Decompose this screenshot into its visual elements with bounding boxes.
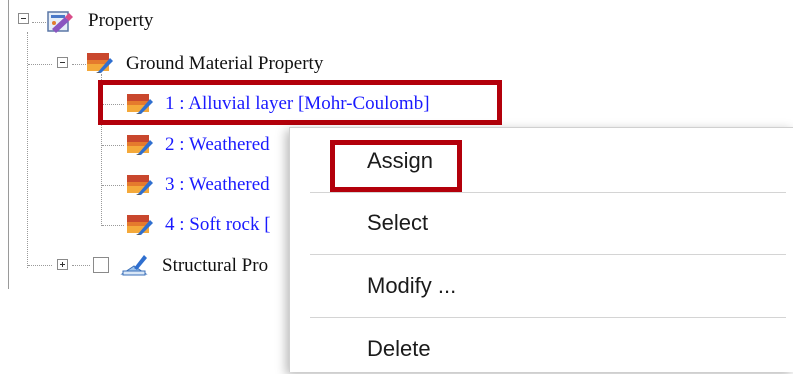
tree-connector xyxy=(102,145,124,146)
collapse-toggle[interactable] xyxy=(57,57,68,68)
menu-item-modify[interactable]: Modify ... xyxy=(290,261,793,311)
tree-border xyxy=(8,0,9,289)
menu-item-label: Delete xyxy=(367,336,431,361)
tree-node-material[interactable]: 3 : Weathered xyxy=(165,173,270,197)
tree-node-structural-property[interactable]: Structural Pro xyxy=(162,254,268,278)
menu-separator xyxy=(310,317,786,318)
menu-item-select[interactable]: Select xyxy=(290,198,793,248)
tree-connector xyxy=(72,265,90,266)
menu-item-label: Select xyxy=(367,210,429,235)
material-icon xyxy=(126,133,154,155)
tree-connector xyxy=(28,64,52,65)
tree-node-material[interactable]: 4 : Soft rock [ xyxy=(165,213,271,237)
structural-icon xyxy=(120,252,148,276)
material-icon xyxy=(126,173,154,195)
tree-connector xyxy=(102,225,124,226)
expand-toggle[interactable] xyxy=(57,259,68,270)
tree-connector xyxy=(28,265,52,266)
tree-connector xyxy=(27,32,28,268)
property-icon xyxy=(46,9,74,33)
menu-item-label: Modify ... xyxy=(367,273,457,298)
menu-separator xyxy=(310,254,786,255)
menu-item-delete[interactable]: Delete xyxy=(290,324,793,374)
tree-node-property[interactable]: Property xyxy=(88,9,153,33)
material-icon xyxy=(86,51,114,73)
tree-connector xyxy=(102,185,124,186)
material-icon xyxy=(126,213,154,235)
tree-connector xyxy=(32,22,46,23)
selection-highlight xyxy=(98,80,502,125)
tree-node-ground-material-property[interactable]: Ground Material Property xyxy=(126,52,323,76)
tree-connector xyxy=(72,64,86,65)
collapse-toggle[interactable] xyxy=(18,13,29,24)
context-menu: Assign Select Modify ... Delete xyxy=(289,127,793,372)
structural-checkbox[interactable] xyxy=(93,257,109,273)
menu-separator xyxy=(310,192,786,193)
tree-node-material[interactable]: 2 : Weathered xyxy=(165,133,270,157)
assign-highlight xyxy=(330,140,462,192)
